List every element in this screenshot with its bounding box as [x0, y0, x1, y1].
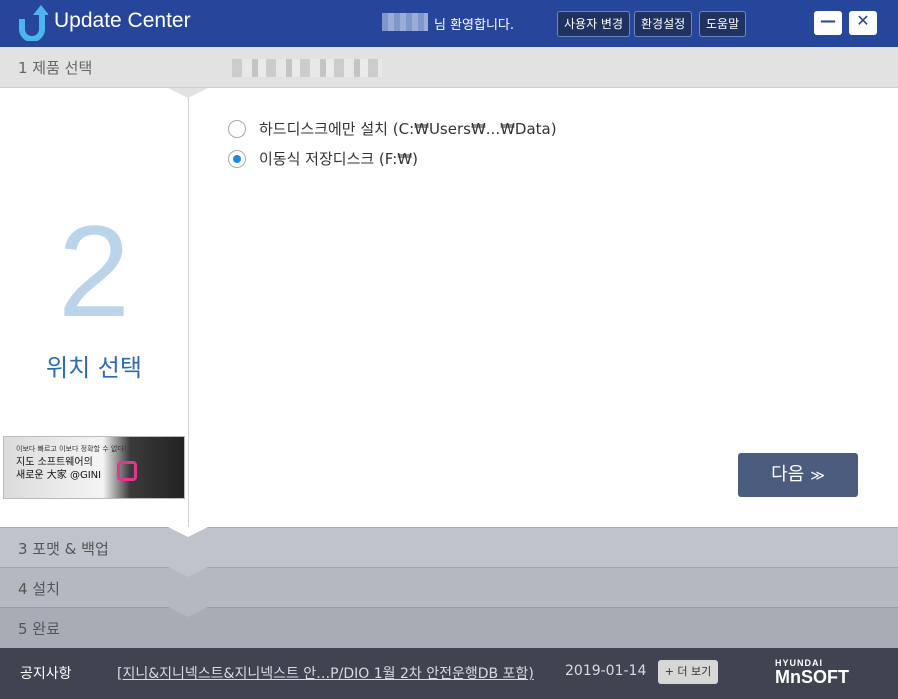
option-removable-disk-label: 이동식 저장디스크 (F:₩): [259, 150, 418, 168]
double-chevron-down-icon: ≫: [810, 468, 825, 484]
notice-footer: 공지사항 [지니&지니넥스트&지니넥스트 안…P/DIO 1월 2차 안전운행D…: [0, 648, 898, 699]
step-1-product-select[interactable]: 1 제품 선택: [0, 47, 898, 88]
step-1-label: 1 제품 선택: [18, 59, 93, 77]
step-3-format-backup[interactable]: 3 포맷 & 백업: [0, 527, 898, 568]
brand-bottom: MnSOFT: [775, 667, 849, 687]
help-button[interactable]: 도움말: [699, 11, 747, 37]
gini-logo-icon: [117, 461, 137, 481]
banner-tagline: 이보다 빠르고 이보다 정확할 수 없다!: [16, 445, 127, 453]
notice-link[interactable]: [지니&지니넥스트&지니넥스트 안…P/DIO 1월 2차 안전운행DB 포함): [117, 663, 534, 683]
update-logo-icon: [19, 5, 48, 41]
step-notch-icon: [168, 527, 208, 537]
ad-banner[interactable]: 이보다 빠르고 이보다 정확할 수 없다! 지도 소프트웨어의 새로운 大家 @…: [3, 436, 185, 499]
current-step-number: 2: [57, 198, 131, 344]
radio-selected-icon[interactable]: [228, 150, 246, 168]
welcome-text: 님 환영합니다.: [434, 18, 515, 33]
step-4-install[interactable]: 4 설치: [0, 567, 898, 608]
notice-label: 공지사항: [20, 666, 72, 682]
title-bar: Update Center 님 환영합니다. 사용자 변경 환경설정 도움말 —…: [0, 0, 898, 47]
step-5-complete[interactable]: 5 완료: [0, 607, 898, 648]
notice-date: 2019-01-14: [565, 663, 647, 679]
step-notch-icon: [168, 567, 208, 577]
brand-logo: HYUNDAI MnSOFT: [775, 658, 849, 686]
next-button[interactable]: 다음 ≫: [738, 453, 858, 497]
product-name-redacted: [232, 59, 382, 77]
step-notch-icon: [168, 607, 208, 617]
next-button-label: 다음: [771, 464, 805, 485]
minimize-button[interactable]: —: [814, 11, 842, 35]
current-step-label: 위치 선택: [46, 354, 142, 382]
step-3-label: 3 포맷 & 백업: [18, 540, 109, 558]
close-button[interactable]: ✕: [849, 11, 877, 35]
step-notch-icon: [168, 88, 208, 98]
option-hard-disk-label: 하드디스크에만 설치 (C:₩Users₩...₩Data): [259, 120, 557, 138]
banner-line-3: 새로운 大家 @GINI: [16, 470, 102, 481]
step-5-label: 5 완료: [18, 620, 60, 638]
step-4-label: 4 설치: [18, 580, 60, 598]
minimize-icon: —: [820, 11, 836, 30]
banner-line-2: 지도 소프트웨어의: [16, 457, 93, 468]
radio-icon[interactable]: [228, 120, 246, 138]
settings-button[interactable]: 환경설정: [634, 11, 693, 37]
close-icon: ✕: [856, 11, 870, 30]
change-user-button[interactable]: 사용자 변경: [557, 11, 631, 37]
user-name-redacted: [382, 13, 428, 31]
more-button[interactable]: + 더 보기: [658, 660, 718, 684]
app-title: Update Center: [54, 9, 191, 32]
